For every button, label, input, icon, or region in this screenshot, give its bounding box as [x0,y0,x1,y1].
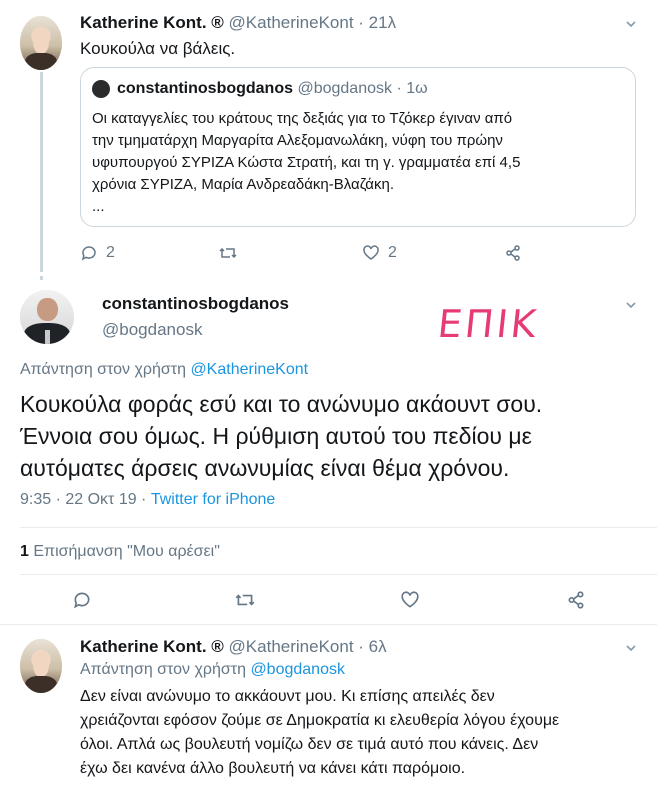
quote-body: Οι καταγγελίες του κράτους της δεξιάς γι… [92,108,520,218]
likes-count: 1 [20,543,29,560]
main-tweet-line: αυτόματες άρσεις ανωνυμίας είναι θέμα χρ… [20,455,510,481]
katherine-avatar[interactable] [20,639,62,693]
katherine-avatar[interactable] [20,16,62,70]
handwritten-overlay-text: ΕΠΙΚ [435,302,542,346]
tweet1-retweet-button[interactable] [218,244,238,262]
quote-handle: @bogdanosk [297,80,392,97]
tweet3-menu-chevron-icon[interactable] [624,641,638,655]
quote-name: constantinosbogdanos [117,80,293,97]
quoted-tweet-card[interactable]: constantinosbogdanos @bogdanosk · 1ω Οι … [80,67,636,227]
tweet3-handle[interactable]: @KatherineKont [229,637,354,656]
tweet3-time: · 6λ [358,637,387,656]
main-tweet-meta: 9:35 · 22 Οκτ 19 · Twitter for iPhone [20,491,275,509]
heart-icon [363,245,379,260]
tweet1-reply-count: 2 [106,244,115,261]
tweet1-text: Κουκούλα να βάλεις. [80,39,236,58]
main-tweet-menu-chevron-icon[interactable] [624,298,638,312]
quote-line: την τμηματάρχη Μαργαρίτα Αλεξομανωλάκη, … [92,132,503,149]
main-tweet-source[interactable]: Twitter for iPhone [151,491,276,508]
tweet3-line: χρειάζονται εφόσον ζούμε σε Δημοκρατία κ… [80,712,560,729]
tweet3-text: Δεν είναι ανώνυμο το ακκάουντ μου. Κι επ… [80,685,559,781]
main-tweet-text: Κουκούλα φοράς εσύ και το ανώνυμο ακάουν… [20,388,542,484]
quote-line: χρόνια ΣΥΡΙΖΑ, Μαρία Ανδρεαδάκη-Βλαζάκη. [92,176,394,193]
quote-line: ... [92,198,105,215]
main-share-button[interactable] [566,590,586,610]
tweet1-handle[interactable]: @KatherineKont [229,13,354,32]
tweet3-line: Δεν είναι ανώνυμο το ακκάουντ μου. Κι επ… [80,688,495,705]
tweet1-like-count: 2 [388,244,397,261]
quote-header: constantinosbogdanos @bogdanosk · 1ω [117,80,428,98]
divider [20,527,657,528]
reply-to-link[interactable]: @bogdanosk [250,661,345,678]
tweet3-line: όλοι. Απλά ως βουλευτή νομίζω δεν σε τιμ… [80,736,539,753]
main-tweet-reply-context: Απάντηση στον χρήστη @KatherineKont [20,361,308,379]
tweet3-name[interactable]: Katherine Kont. ® [80,637,224,656]
retweet-icon [219,247,237,259]
main-like-button[interactable] [400,590,420,610]
main-tweet-timestamp: 9:35 · 22 Οκτ 19 · [20,491,151,508]
quote-line: υφυπουργού ΣΥΡΙΖΑ Κώστα Στρατή, και τη γ… [92,154,521,171]
share-icon [506,245,520,261]
tweet3-line: έχω δει κανένα άλλο βουλευτή να κάνει κά… [80,760,466,777]
tweet3-reply-context: Απάντηση στον χρήστη @bogdanosk [80,661,345,679]
heart-icon [401,591,419,608]
main-retweet-button[interactable] [234,590,256,610]
tweet1-share-button[interactable] [504,244,522,262]
tweet1-name[interactable]: Katherine Kont. ® [80,13,224,32]
quote-avatar [92,80,110,98]
main-reply-button[interactable] [72,590,92,610]
quote-time: · 1ω [396,80,428,97]
tweet3-header: Katherine Kont. ® @KatherineKont · 6λ [80,637,387,657]
main-tweet-handle[interactable]: @bogdanosk [102,320,202,340]
divider [20,574,657,575]
tweet1-menu-chevron-icon[interactable] [624,17,638,31]
tweet1-time: · 21λ [358,13,397,32]
reply-to-link[interactable]: @KatherineKont [190,361,308,378]
reply-prefix: Απάντηση στον χρήστη [20,361,186,378]
reply-icon [81,246,96,261]
main-tweet-line: Έννοια σου όμως. Η ρύθμιση αυτού του πεδ… [20,423,532,449]
share-icon [568,591,584,609]
bogdanos-avatar[interactable] [20,290,74,344]
thread-line-dots [40,276,43,280]
thread-line [40,72,43,272]
quote-line: Οι καταγγελίες του κράτους της δεξιάς γι… [92,110,513,127]
tweet1-like-button[interactable]: 2 [362,244,397,262]
divider [0,624,657,625]
tweet1-reply-button[interactable]: 2 [80,244,115,262]
main-tweet-likes[interactable]: 1 Επισήμανση "Μου αρέσει" [20,543,220,561]
retweet-icon [235,594,255,606]
reply-icon [74,592,90,609]
reply-prefix: Απάντηση στον χρήστη [80,661,246,678]
tweet1-header: Katherine Kont. ® @KatherineKont · 21λ [80,13,396,33]
main-tweet-name[interactable]: constantinosbogdanos [102,294,289,314]
main-tweet-line: Κουκούλα φοράς εσύ και το ανώνυμο ακάουν… [20,391,543,417]
likes-label: Επισήμανση "Μου αρέσει" [33,543,220,560]
